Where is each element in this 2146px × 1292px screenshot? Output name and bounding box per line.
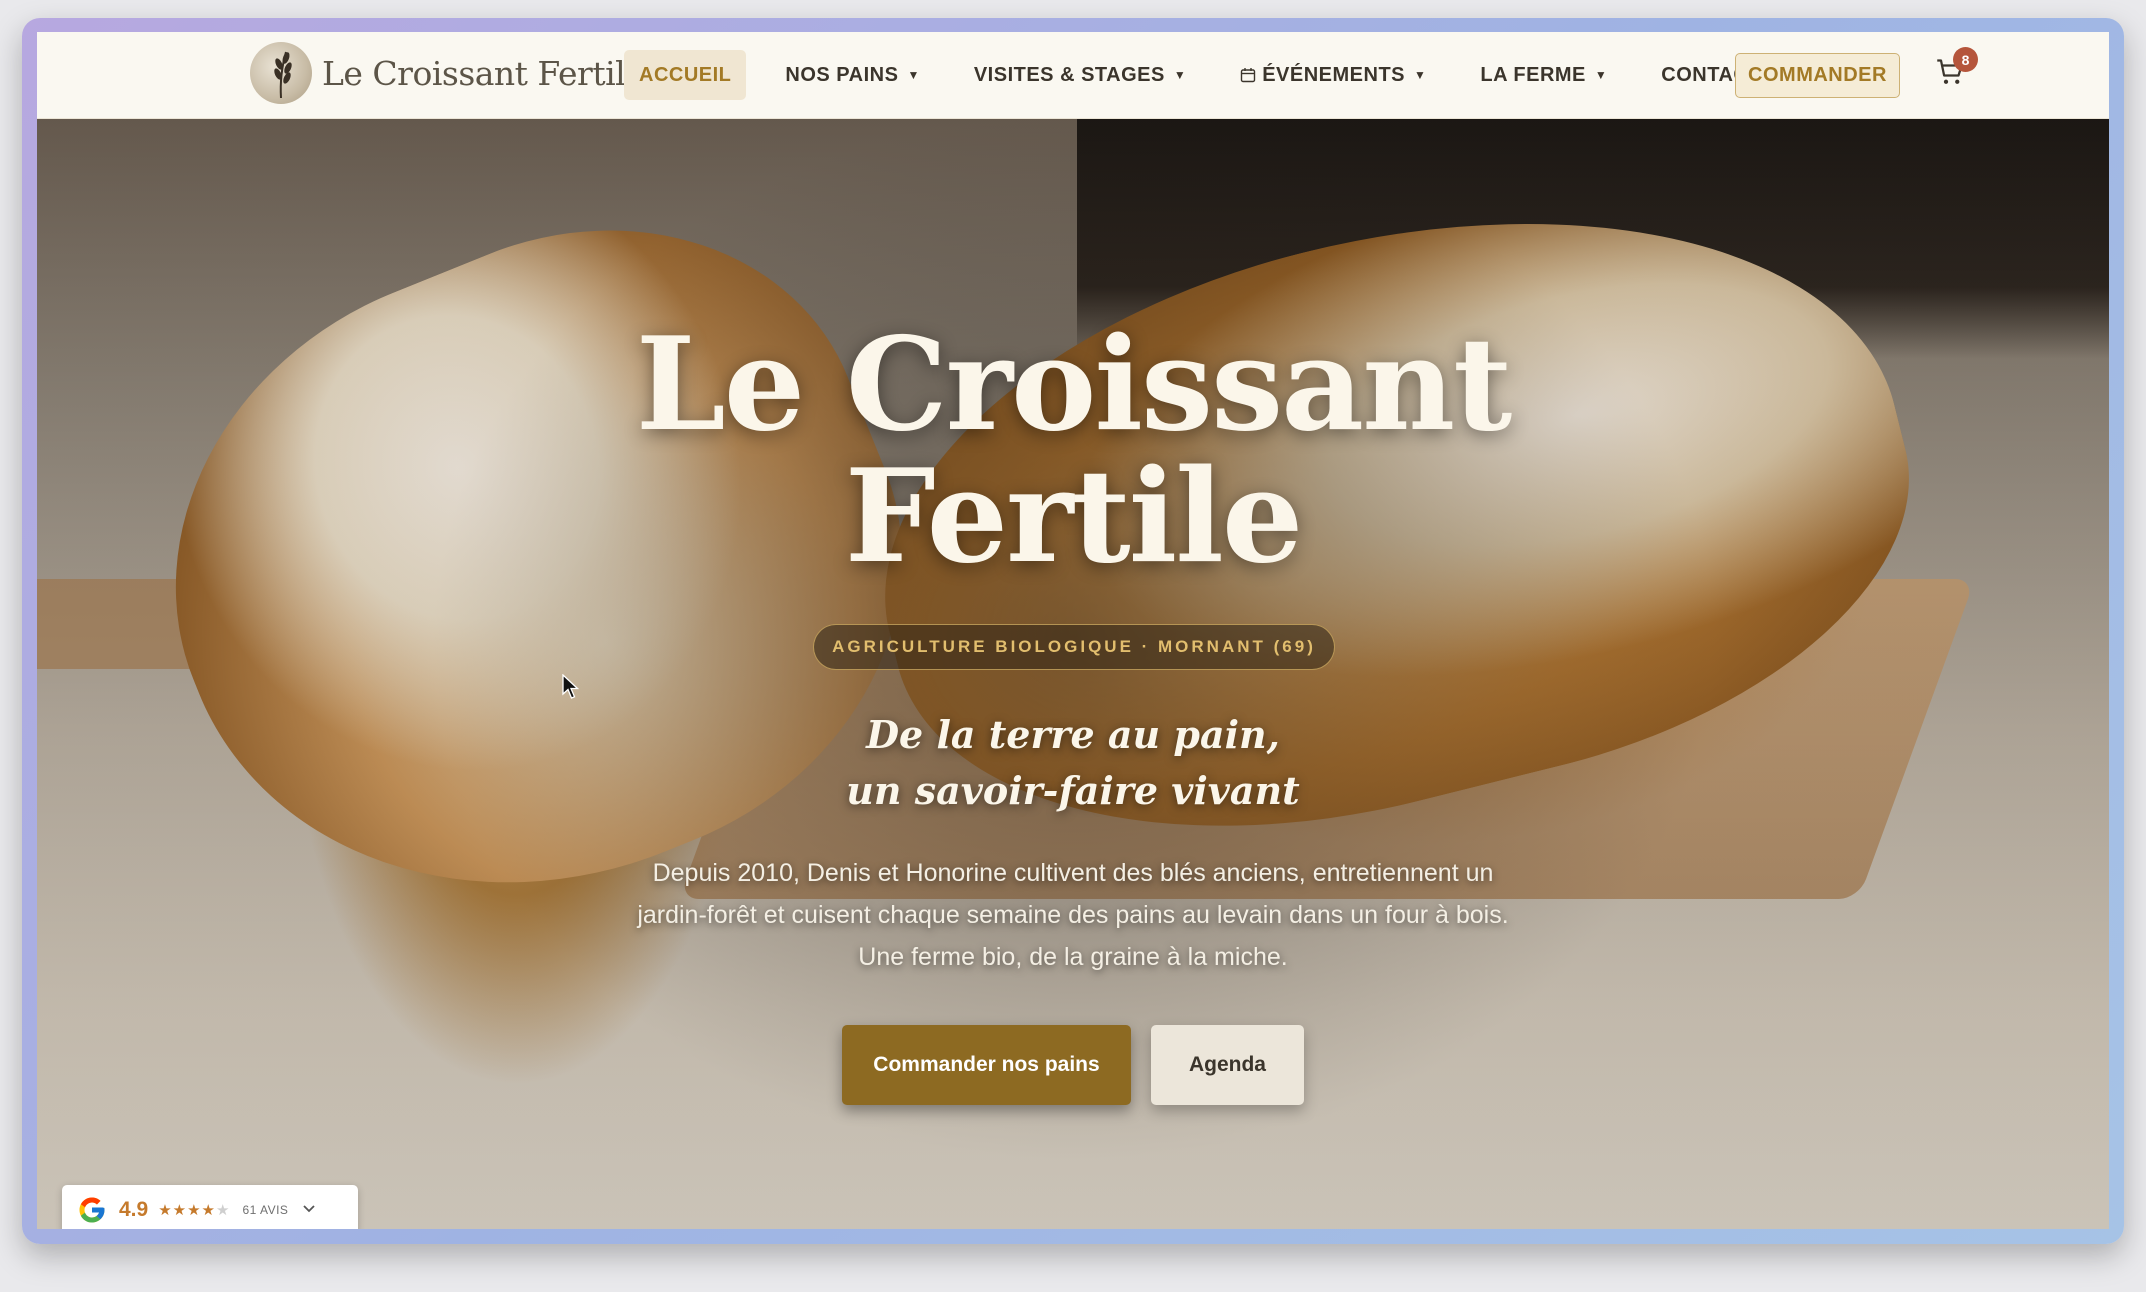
nav-item-evenements[interactable]: ÉVÉNEMENTS ▼	[1225, 50, 1441, 100]
nav-item-label: LA FERME	[1480, 63, 1586, 86]
description-line: Une ferme bio, de la graine à la miche.	[858, 943, 1288, 971]
nav-item-la-ferme[interactable]: LA FERME ▼	[1465, 50, 1622, 100]
description-line: jardin-forêt et cuisent chaque semaine d…	[637, 901, 1509, 929]
google-reviews-widget[interactable]: 4.9 ★★★★★ 61 AVIS	[62, 1185, 358, 1229]
hero-section: Le Croissant Fertile AGRICULTURE BIOLOGI…	[37, 119, 2109, 1229]
hero-title-line: Fertile	[844, 442, 1304, 592]
star-rating-icons: ★★★★★	[158, 1201, 231, 1219]
review-count: 61 AVIS	[242, 1202, 289, 1217]
hero-title: Le Croissant Fertile	[37, 319, 2109, 583]
nav-item-nos-pains[interactable]: NOS PAINS ▼	[770, 50, 934, 100]
wheat-logo-icon	[250, 42, 312, 104]
description-line: Depuis 2010, Denis et Honorine cultivent…	[652, 859, 1494, 887]
mouse-cursor-icon	[562, 673, 580, 705]
subtitle-line: De la terre au pain,	[866, 712, 1280, 757]
nav-item-label: ACCUEIL	[639, 63, 732, 86]
browser-window: Le Croissant Fertile ACCUEIL NOS PAINS ▼…	[37, 32, 2109, 1229]
hero-subtitle: De la terre au pain, un savoir-faire viv…	[37, 707, 2109, 819]
subtitle-line: un savoir-faire vivant	[846, 768, 1300, 813]
nav-item-visites-stages[interactable]: VISITES & STAGES ▼	[959, 50, 1201, 100]
google-icon	[77, 1195, 107, 1225]
nav-item-label: VISITES & STAGES	[973, 63, 1165, 86]
hero-description: Depuis 2010, Denis et Honorine cultivent…	[627, 852, 1519, 978]
location-tag: AGRICULTURE BIOLOGIQUE · MORNANT (69)	[813, 624, 1335, 670]
order-button[interactable]: COMMANDER	[1735, 53, 1900, 98]
site-logo[interactable]: Le Croissant Fertile	[250, 42, 645, 104]
nav-item-label: ÉVÉNEMENTS	[1262, 63, 1406, 86]
hero-title-line: Le Croissant	[635, 310, 1513, 460]
main-menu: ACCUEIL NOS PAINS ▼ VISITES & STAGES ▼ É…	[624, 50, 1800, 100]
nav-item-label: NOS PAINS	[785, 63, 899, 86]
caret-down-icon: ▼	[1173, 68, 1187, 82]
rating-value: 4.9	[119, 1197, 149, 1221]
caret-down-icon: ▼	[1594, 68, 1608, 82]
order-breads-button[interactable]: Commander nos pains	[842, 1025, 1131, 1105]
agenda-button[interactable]: Agenda	[1151, 1025, 1304, 1105]
top-navigation: Le Croissant Fertile ACCUEIL NOS PAINS ▼…	[37, 32, 2109, 119]
chevron-down-icon[interactable]	[302, 1201, 316, 1219]
caret-down-icon: ▼	[907, 68, 920, 82]
logo-text: Le Croissant Fertile	[322, 53, 645, 93]
nav-item-accueil[interactable]: ACCUEIL	[624, 50, 747, 100]
calendar-icon	[1240, 67, 1256, 83]
caret-down-icon: ▼	[1414, 68, 1427, 82]
cart-count-badge: 8	[1953, 47, 1978, 72]
